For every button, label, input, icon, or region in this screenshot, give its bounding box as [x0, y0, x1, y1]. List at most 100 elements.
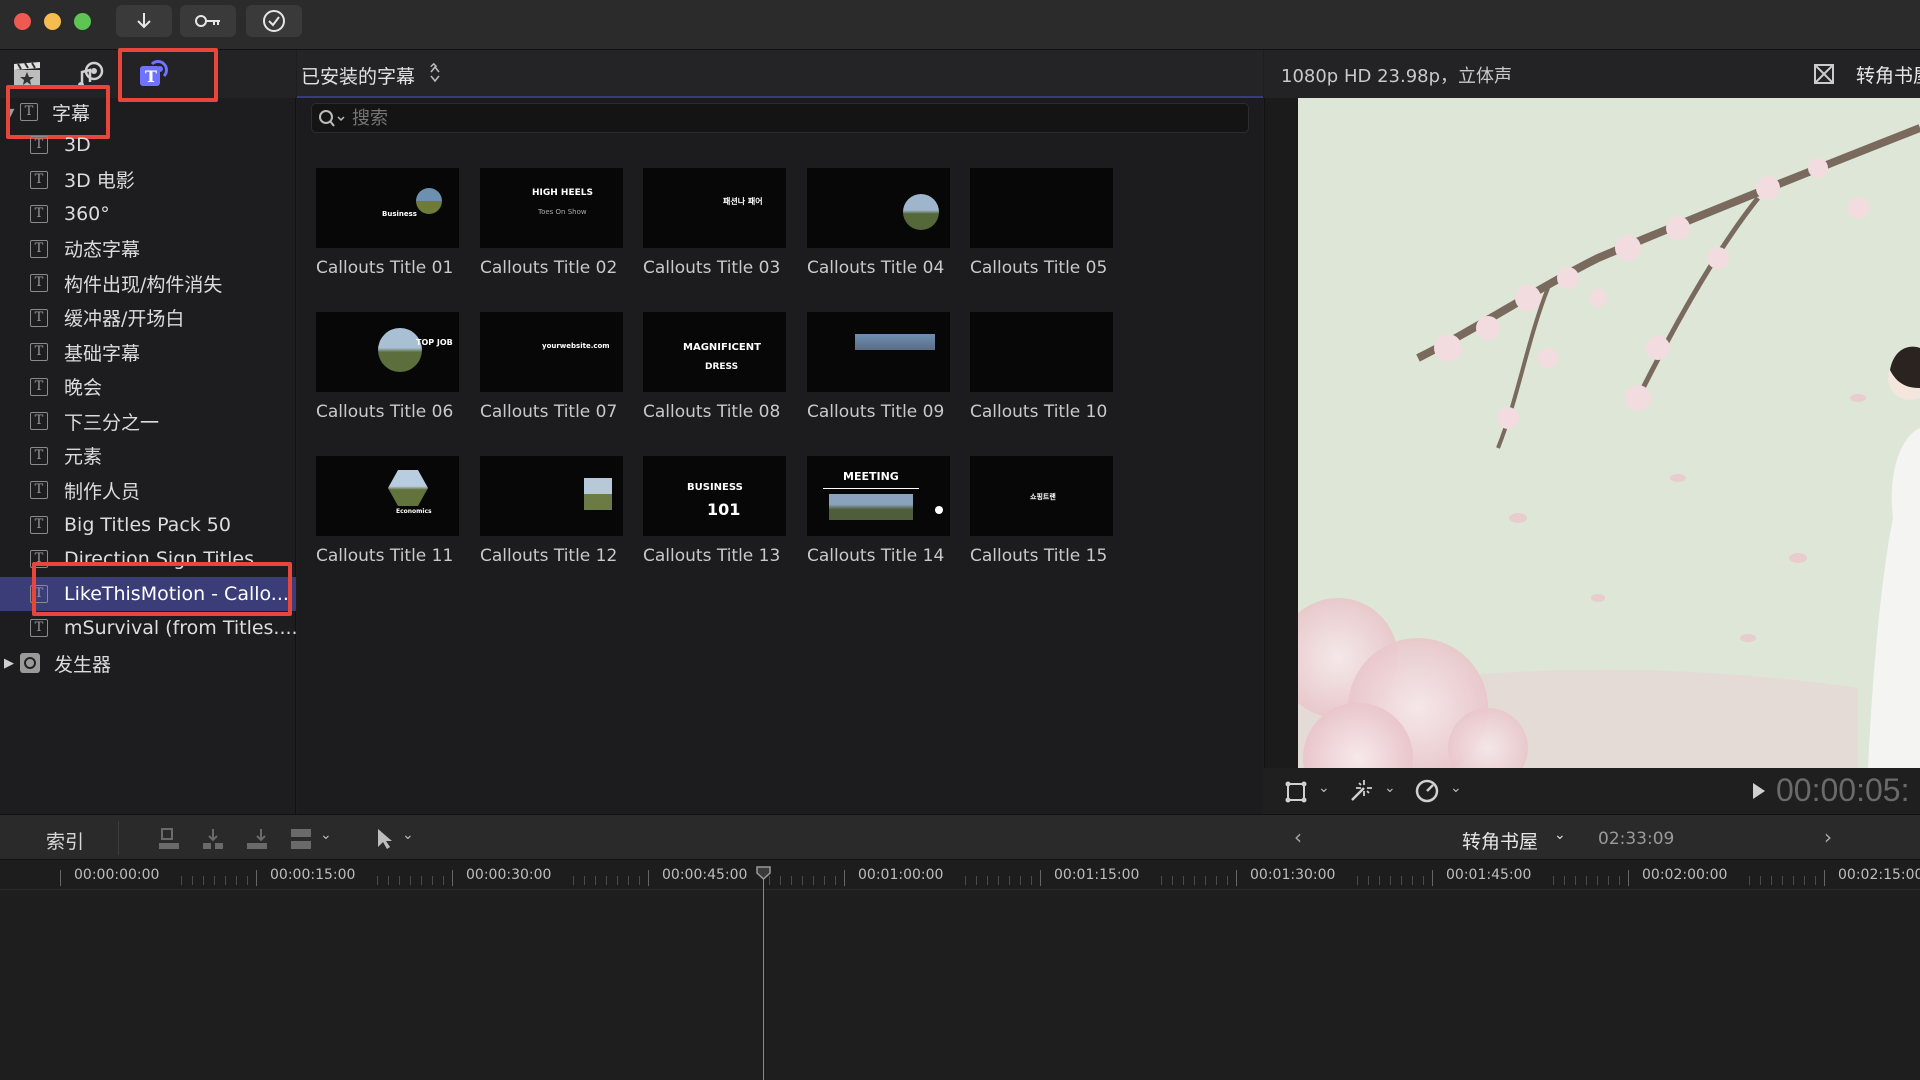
playhead[interactable]	[763, 870, 764, 1080]
playhead-handle-icon[interactable]	[756, 866, 771, 880]
ruler-tick	[1628, 870, 1629, 886]
index-button[interactable]: 索引	[46, 827, 84, 854]
sidebar-item[interactable]: T 3D	[0, 128, 296, 162]
chevron-down-icon[interactable]: ⌄	[1450, 780, 1462, 796]
disclosure-triangle-icon[interactable]: ▼	[6, 106, 20, 119]
title-thumbnail[interactable]: MAGNIFICENT DRESS	[643, 312, 786, 392]
speed-gauge-icon[interactable]	[1414, 778, 1440, 804]
chevron-down-icon[interactable]: ⌄	[402, 827, 414, 843]
background-tasks-button[interactable]	[246, 5, 302, 37]
title-thumbnail[interactable]: 패션나 패어	[643, 168, 786, 248]
thumbnail-text: BUSINESS	[687, 482, 743, 493]
title-thumbnail[interactable]: Business	[316, 168, 459, 248]
sidebar-item[interactable]: T 3D 电影	[0, 163, 296, 197]
ruler-subtick	[1379, 876, 1380, 885]
keywords-button[interactable]	[180, 5, 236, 37]
thumbnail-label: Callouts Title 12	[480, 546, 618, 566]
title-thumbnail[interactable]	[807, 312, 950, 392]
import-button[interactable]	[116, 5, 172, 37]
window-toolbar	[0, 0, 1920, 50]
overwrite-clip-icon[interactable]	[288, 827, 314, 851]
connect-clip-icon[interactable]	[156, 827, 182, 851]
sidebar-item[interactable]: T Direction Sign Titles	[0, 542, 296, 576]
sidebar-tabs: T	[0, 50, 296, 98]
ruler-tick	[60, 870, 61, 886]
title-thumbnail[interactable]	[807, 168, 950, 248]
sidebar-item[interactable]: T 元素	[0, 439, 296, 473]
sidebar-item[interactable]: T 构件出现/构件消失	[0, 266, 296, 300]
ruler-subtick	[192, 876, 193, 885]
timeline-tracks[interactable]	[0, 890, 1920, 1080]
title-icon: T	[30, 412, 48, 430]
title-thumbnail[interactable]: MEETING	[807, 456, 950, 536]
title-thumbnail[interactable]	[480, 456, 623, 536]
sidebar-item[interactable]: T 制作人员	[0, 473, 296, 507]
photos-audio-tab[interactable]	[76, 60, 106, 88]
browser-title[interactable]: 已安装的字幕	[301, 62, 415, 89]
sidebar-item[interactable]: T 缓冲器/开场白	[0, 301, 296, 335]
svg-text:T: T	[145, 67, 157, 86]
ruler-subtick	[214, 876, 215, 885]
title-thumbnail[interactable]: Economics	[316, 456, 459, 536]
title-icon: T	[30, 308, 48, 327]
ruler-subtick	[802, 876, 803, 885]
magic-wand-icon[interactable]	[1348, 778, 1374, 804]
title-icon: T	[30, 343, 48, 361]
search-input[interactable]	[352, 107, 1232, 129]
title-thumbnail[interactable]: HIGH HEELS Toes On Show	[480, 168, 623, 248]
sidebar-item-label: LikeThisMotion - Callo...	[64, 582, 289, 605]
chevron-down-icon[interactable]: ⌄	[1384, 780, 1396, 796]
title-thumbnail[interactable]: TOP JOB	[316, 312, 459, 392]
sidebar-item[interactable]: T 下三分之一	[0, 404, 296, 438]
chevron-down-icon[interactable]: ⌄	[1318, 780, 1330, 796]
sidebar-item[interactable]: T Big Titles Pack 50	[0, 508, 296, 542]
libraries-tab[interactable]	[12, 60, 42, 88]
ruler-subtick	[1368, 876, 1369, 885]
sidebar-item[interactable]: T 基础字幕	[0, 335, 296, 369]
title-thumbnail[interactable]: yourwebsite.com	[480, 312, 623, 392]
titles-generators-tab[interactable]: T	[138, 58, 170, 90]
timeline-toolbar: 索引 ⌄ ⌄ ‹ 转角书屋 ⌄ 02:33:09 ›	[0, 814, 1920, 860]
minimize-window-button[interactable]	[44, 13, 61, 30]
chevron-down-icon[interactable]: ⌄	[320, 827, 332, 843]
sidebar-item[interactable]: T LikeThisMotion - Callo...	[0, 576, 296, 611]
ruler-subtick	[1161, 876, 1162, 885]
timeline-ruler[interactable]: 00:00:00:00 00:00:15:00 00:00:30:00 00:00:4…	[0, 860, 1920, 890]
next-project-chevron-icon[interactable]: ›	[1824, 825, 1832, 849]
sidebar-root-titles[interactable]: ▼ T 字幕	[0, 95, 296, 129]
title-thumbnail[interactable]: BUSINESS 101	[643, 456, 786, 536]
previous-project-chevron-icon[interactable]: ‹	[1294, 825, 1302, 849]
ruler-subtick	[1815, 876, 1816, 885]
titles-icon: T	[140, 60, 168, 86]
sidebar-item[interactable]: T 360°	[0, 197, 296, 231]
sidebar-item[interactable]: T 动态字幕	[0, 232, 296, 266]
close-window-button[interactable]	[14, 13, 31, 30]
thumbnail-text: yourwebsite.com	[542, 342, 610, 350]
disclosure-triangle-icon[interactable]: ▶	[4, 656, 20, 671]
play-icon[interactable]	[1752, 782, 1766, 800]
sidebar-item-label: Direction Sign Titles	[64, 548, 254, 570]
ruler-subtick	[813, 876, 814, 885]
timeline-project-name[interactable]: 转角书屋	[1462, 827, 1538, 854]
insert-clip-icon[interactable]	[200, 827, 226, 851]
select-tool-arrow-icon[interactable]	[376, 827, 394, 851]
zoom-window-button[interactable]	[74, 13, 91, 30]
sidebar-item[interactable]: TmSurvival (from Titles....	[0, 611, 296, 645]
ruler-subtick	[1760, 876, 1761, 885]
ruler-subtick	[1390, 876, 1391, 885]
sidebar-item-label: Big Titles Pack 50	[64, 513, 231, 536]
ruler-label: 00:01:45:00	[1446, 867, 1532, 883]
search-field[interactable]	[311, 103, 1249, 133]
chevron-down-icon[interactable]: ⌄	[1554, 827, 1566, 843]
sidebar-item[interactable]: T 晚会	[0, 370, 296, 404]
title-thumbnail[interactable]: 쇼핑트랜	[970, 456, 1113, 536]
append-clip-icon[interactable]	[244, 827, 270, 851]
title-thumbnail[interactable]	[970, 168, 1113, 248]
ruler-subtick	[236, 876, 237, 885]
thumbnail-label: Callouts Title 10	[970, 402, 1108, 422]
sidebar-root-generators[interactable]: ▶ 发生器	[0, 646, 296, 680]
updown-chevron-icon[interactable]	[429, 64, 441, 84]
transform-icon[interactable]	[1284, 780, 1310, 804]
title-thumbnail[interactable]	[970, 312, 1113, 392]
viewer-options-icon[interactable]	[1814, 64, 1834, 84]
